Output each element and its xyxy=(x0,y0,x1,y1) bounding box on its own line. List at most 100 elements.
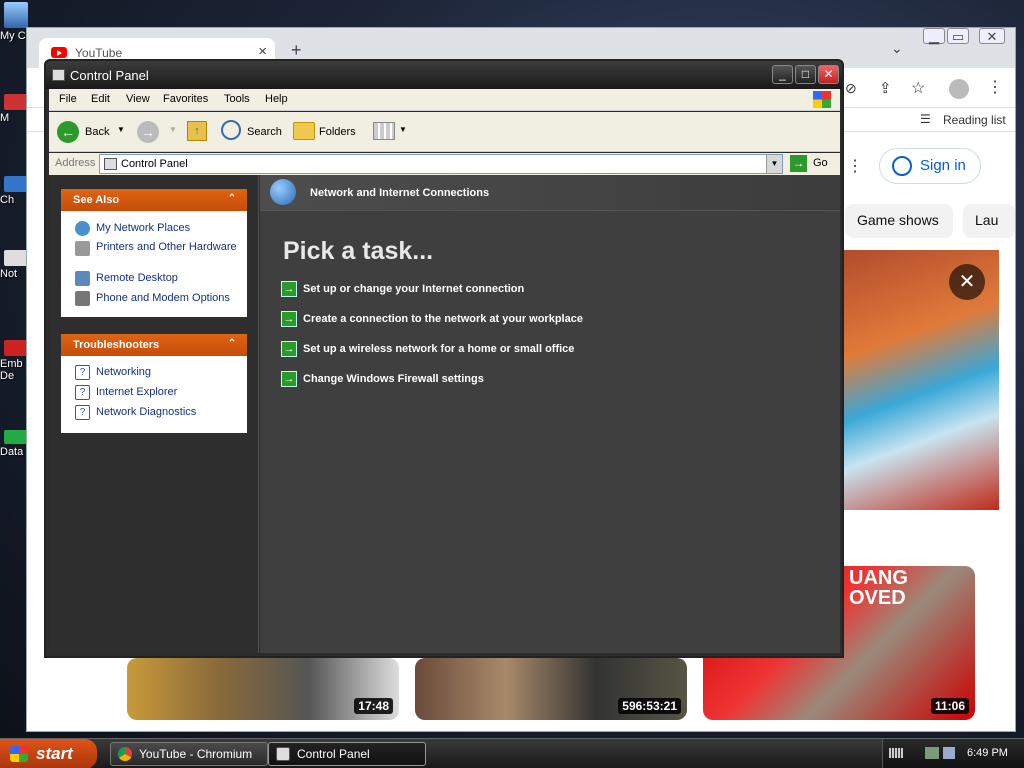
link-network-diagnostics[interactable]: ? Network Diagnostics xyxy=(61,402,247,422)
task-firewall-settings[interactable]: → Change Windows Firewall settings xyxy=(281,371,484,389)
youtube-menu-icon[interactable]: ⋮ xyxy=(847,156,863,176)
task-arrow-icon: → xyxy=(281,341,297,357)
search-icon[interactable] xyxy=(221,120,241,140)
back-dropdown-icon[interactable]: ▼ xyxy=(117,125,125,134)
address-dropdown-icon[interactable]: ▼ xyxy=(766,155,782,173)
menu-help[interactable]: Help xyxy=(265,93,288,105)
folders-button[interactable]: Folders xyxy=(319,126,356,138)
help-icon: ? xyxy=(75,385,90,400)
taskbar-item-chromium[interactable]: YouTube - Chromium xyxy=(110,742,268,766)
link-phone-modem[interactable]: Phone and Modem Options xyxy=(61,288,247,308)
see-also-header[interactable]: See Also ⌃ xyxy=(61,189,247,211)
back-arrow-icon[interactable]: ← xyxy=(57,121,79,143)
video-duration: 11:06 xyxy=(930,698,969,714)
forward-arrow-icon[interactable]: → xyxy=(137,121,159,143)
network-places-icon xyxy=(75,221,90,236)
address-input[interactable]: Control Panel ▼ xyxy=(99,154,783,174)
search-button[interactable]: Search xyxy=(247,126,282,138)
link-networking[interactable]: ? Networking xyxy=(61,362,247,382)
task-internet-connection[interactable]: → Set up or change your Internet connecti… xyxy=(281,281,524,299)
task-label: Change Windows Firewall settings xyxy=(303,373,484,385)
troubleshooters-title: Troubleshooters xyxy=(73,339,160,351)
folders-icon[interactable] xyxy=(293,122,315,140)
close-button[interactable]: ✕ xyxy=(979,28,1005,44)
network-icon[interactable] xyxy=(925,747,939,759)
video-thumbnail-2[interactable]: 596:53:21 xyxy=(415,658,687,720)
sign-in-label: Sign in xyxy=(920,157,966,174)
link-label: Internet Explorer xyxy=(96,386,178,398)
menu-file[interactable]: File xyxy=(59,93,77,105)
tab-search-button[interactable]: ⌄ xyxy=(891,40,903,57)
new-tab-button[interactable]: + xyxy=(291,40,302,61)
minimize-button[interactable]: ▁ xyxy=(923,28,945,44)
see-also-panel: See Also ⌃ My Network Places Printers and… xyxy=(61,189,247,317)
troubleshooters-panel: Troubleshooters ⌃ ? Networking ? Internet E… xyxy=(61,334,247,433)
troubleshooters-header[interactable]: Troubleshooters ⌃ xyxy=(61,334,247,356)
keyboard-icon[interactable] xyxy=(889,748,903,758)
menu-dots-icon[interactable]: ⋮ xyxy=(987,77,1003,97)
reading-list-button[interactable]: Reading list xyxy=(943,113,1006,127)
up-folder-icon[interactable]: ↑ xyxy=(187,121,207,141)
start-button[interactable]: start xyxy=(0,739,97,768)
task-arrow-icon: → xyxy=(281,311,297,327)
chip-game-shows[interactable]: Game shows xyxy=(845,204,953,238)
control-panel-window[interactable]: Control Panel _ □ ✕ File Edit View Favor… xyxy=(44,59,844,658)
link-remote-desktop[interactable]: Remote Desktop xyxy=(61,268,247,288)
star-icon[interactable]: ☆ xyxy=(911,78,925,98)
volume-icon[interactable] xyxy=(943,747,955,759)
address-bar: Address Control Panel ▼ → Go xyxy=(49,153,840,175)
link-my-network-places[interactable]: My Network Places xyxy=(61,218,247,238)
go-button[interactable]: Go xyxy=(813,157,828,169)
computer-icon xyxy=(4,2,28,28)
title-bar[interactable]: Control Panel _ □ ✕ xyxy=(46,61,842,89)
task-label: Set up or change your Internet connectio… xyxy=(303,283,525,295)
chip-more[interactable]: Lau xyxy=(963,204,1015,238)
maximize-button[interactable]: ▭ xyxy=(947,28,969,44)
video-thumbnail-ad[interactable]: ✕ xyxy=(833,250,999,510)
pick-task-heading: Pick a task... xyxy=(283,237,434,265)
views-dropdown-icon[interactable]: ▼ xyxy=(399,125,407,134)
menu-view[interactable]: View xyxy=(126,93,150,105)
network-globe-icon xyxy=(270,179,296,205)
menu-tools[interactable]: Tools xyxy=(224,93,250,105)
see-also-title: See Also xyxy=(73,194,120,206)
sign-in-button[interactable]: Sign in xyxy=(879,148,981,184)
task-label: Create a connection to the network at yo… xyxy=(303,313,583,325)
tab-close-button[interactable]: × xyxy=(258,43,267,60)
task-arrow-icon: → xyxy=(281,281,297,297)
close-button[interactable]: ✕ xyxy=(818,65,839,84)
go-arrow-icon[interactable]: → xyxy=(790,155,807,172)
minimize-button[interactable]: _ xyxy=(772,65,793,84)
share-icon[interactable]: ⇪ xyxy=(879,79,892,97)
address-label: Address xyxy=(55,157,96,169)
views-icon[interactable] xyxy=(373,122,395,140)
forward-dropdown-icon[interactable]: ▼ xyxy=(169,125,177,134)
task-workplace-connection[interactable]: → Create a connection to the network at y… xyxy=(281,311,583,329)
back-button[interactable]: Back xyxy=(85,126,109,138)
control-panel-icon xyxy=(104,158,117,170)
clock[interactable]: 6:49 PM xyxy=(967,747,1008,759)
collapse-chevron-icon[interactable]: ⌃ xyxy=(225,193,239,207)
link-internet-explorer[interactable]: ? Internet Explorer xyxy=(61,382,247,402)
menu-edit[interactable]: Edit xyxy=(91,93,110,105)
help-icon: ? xyxy=(75,405,90,420)
thumbnail-text: UANG OVED xyxy=(849,567,908,609)
profile-icon[interactable] xyxy=(949,79,969,99)
video-thumbnail-1[interactable]: 17:48 xyxy=(127,658,399,720)
eye-off-icon[interactable]: ⊘ xyxy=(845,80,857,97)
link-label: Remote Desktop xyxy=(96,272,178,284)
help-icon: ? xyxy=(75,365,90,380)
task-wireless-network[interactable]: → Set up a wireless network for a home or… xyxy=(281,341,574,359)
video-duration: 596:53:21 xyxy=(618,698,681,714)
taskbar-item-control-panel[interactable]: Control Panel xyxy=(268,742,426,766)
collapse-chevron-icon[interactable]: ⌃ xyxy=(225,338,239,352)
system-tray: 6:49 PM xyxy=(882,739,1024,768)
maximize-button[interactable]: □ xyxy=(795,65,816,84)
shortcut-icon xyxy=(4,176,28,192)
remote-desktop-icon xyxy=(75,271,90,286)
link-printers-hardware[interactable]: Printers and Other Hardware xyxy=(61,238,247,268)
printer-icon xyxy=(75,241,90,256)
menu-favorites[interactable]: Favorites xyxy=(163,93,208,105)
windows-logo-icon xyxy=(10,746,28,762)
close-ad-icon[interactable]: ✕ xyxy=(949,264,985,300)
